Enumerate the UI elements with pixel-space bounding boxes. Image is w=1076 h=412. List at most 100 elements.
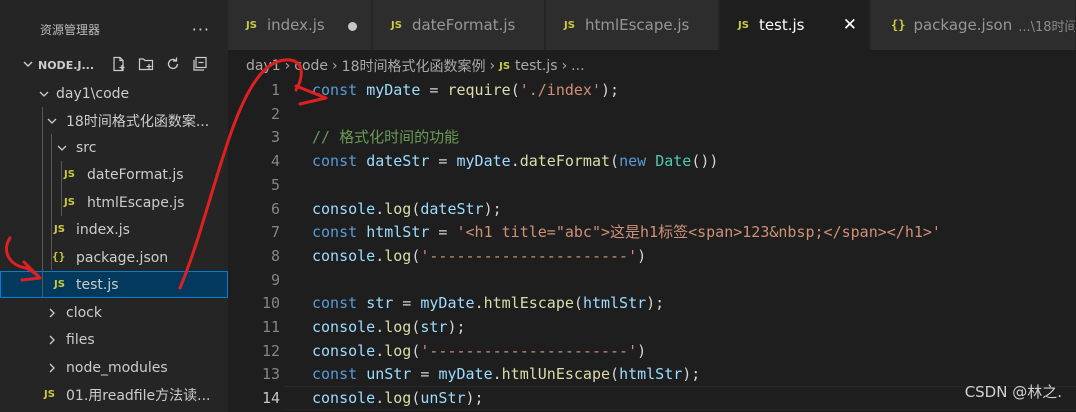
code-line[interactable]: 2 — [228, 102, 1076, 126]
line-number: 11 — [261, 318, 280, 336]
tab-label: test.js — [758, 16, 805, 34]
code-line[interactable]: 11 console.log(str); — [228, 315, 1076, 339]
js-file-icon: JS — [54, 224, 65, 235]
code-text: console.log('----------------------') — [312, 339, 646, 363]
tree-folder-src[interactable]: src — [0, 134, 228, 161]
code-token: . — [474, 294, 484, 313]
tree-folder-time-format[interactable]: 18时间格式化函数案... — [0, 107, 228, 134]
tree-label: test.js — [76, 276, 119, 293]
js-file-icon: JS — [564, 19, 575, 31]
tree-folder-files[interactable]: files — [0, 326, 228, 353]
code-text: console.log('----------------------') — [312, 244, 646, 268]
code-token: htmlStr — [582, 294, 647, 313]
unsaved-dot-icon[interactable] — [348, 22, 357, 31]
breadcrumb-item[interactable]: day1 — [246, 58, 281, 74]
tab-index-js[interactable]: JS index.js — [228, 0, 372, 50]
code-line[interactable]: 6 console.log(dateStr); — [228, 197, 1076, 221]
new-file-icon[interactable] — [110, 55, 128, 73]
tab-description: ...\18时间 — [1018, 19, 1076, 35]
code-token: './index' — [519, 81, 601, 99]
refresh-icon[interactable] — [164, 55, 182, 73]
code-token: ); — [601, 81, 620, 99]
tree-folder-node-modules[interactable]: node_modules — [0, 354, 228, 381]
code-token: ); — [646, 294, 665, 313]
new-folder-icon[interactable] — [137, 55, 155, 73]
tab-label: dateFormat.js — [411, 16, 516, 34]
tree-file-readfile[interactable]: JS 01.用readfile方法读... — [0, 381, 228, 408]
json-file-icon: {} — [891, 18, 906, 32]
collapse-all-icon[interactable] — [191, 55, 209, 73]
tab-test-js[interactable]: JS test.js ✕ — [720, 0, 870, 50]
code-token: Date — [655, 152, 692, 171]
tree-file-dateformat[interactable]: JS dateFormat.js — [0, 161, 228, 188]
chevron-down-icon — [57, 145, 67, 151]
more-actions-icon[interactable]: ··· — [192, 20, 210, 39]
tree-file-index[interactable]: JS index.js — [0, 216, 228, 243]
breadcrumb-item[interactable]: test.js — [515, 58, 558, 74]
explorer-title: 资源管理器 — [40, 22, 101, 37]
js-file-icon: JS — [738, 19, 749, 31]
tree-label: src — [76, 139, 97, 156]
code-line[interactable]: 12 console.log('----------------------') — [228, 339, 1076, 363]
code-text: console.log(str); — [312, 315, 466, 339]
tree-file-package-json[interactable]: {} package.json — [0, 244, 228, 271]
code-token: const — [312, 223, 358, 242]
chevron-right-icon — [49, 335, 55, 345]
code-line[interactable]: 10 const str = myDate.htmlEscape(htmlStr)… — [228, 291, 1076, 315]
code-token: ( — [610, 365, 620, 384]
code-token: dateFormat — [519, 152, 611, 171]
js-file-icon: JS — [64, 169, 75, 180]
tree-label: clock — [66, 304, 102, 321]
code-line[interactable]: 9 — [228, 268, 1076, 292]
workspace-section-header[interactable]: NODE.J... — [0, 53, 228, 79]
tree-folder-clock[interactable]: clock — [0, 299, 228, 326]
breadcrumb-item[interactable]: code — [294, 58, 328, 74]
tree-file-htmlescape[interactable]: JS htmlEscape.js — [0, 189, 228, 216]
code-line[interactable]: 4 const dateStr = myDate.dateFormat(new D… — [228, 149, 1076, 173]
tree-label: index.js — [76, 221, 130, 238]
tree-label: 18时间格式化函数案... — [66, 113, 210, 130]
js-file-icon: JS — [54, 279, 65, 290]
line-number: 1 — [270, 81, 280, 99]
code-token: log — [384, 389, 412, 408]
chevron-right-icon: › — [284, 58, 291, 74]
chevron-right-icon — [49, 308, 55, 318]
editor-tabbar: JS index.js JS dateFormat.js JS htmlEsca… — [228, 0, 1076, 50]
code-token: htmlStr — [619, 365, 683, 384]
code-line[interactable]: 14 console.log(unStr); — [228, 386, 1076, 411]
breadcrumb: day1 › code › 18时间格式化函数案例 › JS test.js ›… — [246, 56, 585, 76]
line-number: 8 — [270, 246, 280, 265]
code-text: console.log(dateStr); — [312, 197, 502, 221]
tab-dateformat-js[interactable]: JS dateFormat.js — [373, 0, 545, 50]
code-line[interactable]: 1 const myDate = require('./index'); — [228, 78, 1076, 102]
line-number: 5 — [270, 175, 280, 194]
code-line[interactable]: 5 — [228, 173, 1076, 197]
tree-folder-day1-code[interactable]: day1\code — [0, 80, 228, 107]
code-line[interactable]: 13 const unStr = myDate.htmlUnEscape(html… — [228, 362, 1076, 386]
code-line[interactable]: 7 const htmlStr = '<h1 title="abc">这是h1标签… — [228, 220, 1076, 244]
js-file-icon: JS — [64, 197, 75, 208]
tree-file-test-selected[interactable]: JS test.js — [0, 271, 228, 298]
tree-label: dateFormat.js — [87, 166, 184, 183]
tree-label: files — [66, 331, 95, 348]
breadcrumb-item[interactable]: ... — [571, 58, 584, 74]
chevron-right-icon: › — [332, 58, 338, 74]
code-line[interactable]: 8 console.log('----------------------') — [228, 244, 1076, 268]
close-icon[interactable]: ✕ — [843, 15, 857, 35]
tab-package-json[interactable]: {} package.json ...\18时间 — [871, 0, 1076, 50]
tab-label: index.js — [266, 16, 325, 34]
tab-htmlescape-js[interactable]: JS htmlEscape.js — [546, 0, 719, 50]
code-token: log — [384, 199, 412, 218]
code-token: log — [384, 246, 412, 265]
code-editor[interactable]: 1 const myDate = require('./index'); 2 3// … — [228, 78, 1076, 412]
breadcrumb-item[interactable]: 18时间格式化函数案例 — [342, 56, 486, 76]
json-file-icon: {} — [52, 250, 66, 263]
chevron-down-icon — [23, 61, 33, 67]
code-line[interactable]: 3 // 格式化时间的功能 — [228, 125, 1076, 149]
code-token: = — [429, 152, 457, 171]
code-token: htmlStr — [366, 223, 430, 242]
code-token: // 格式化时间的功能 — [312, 128, 460, 147]
